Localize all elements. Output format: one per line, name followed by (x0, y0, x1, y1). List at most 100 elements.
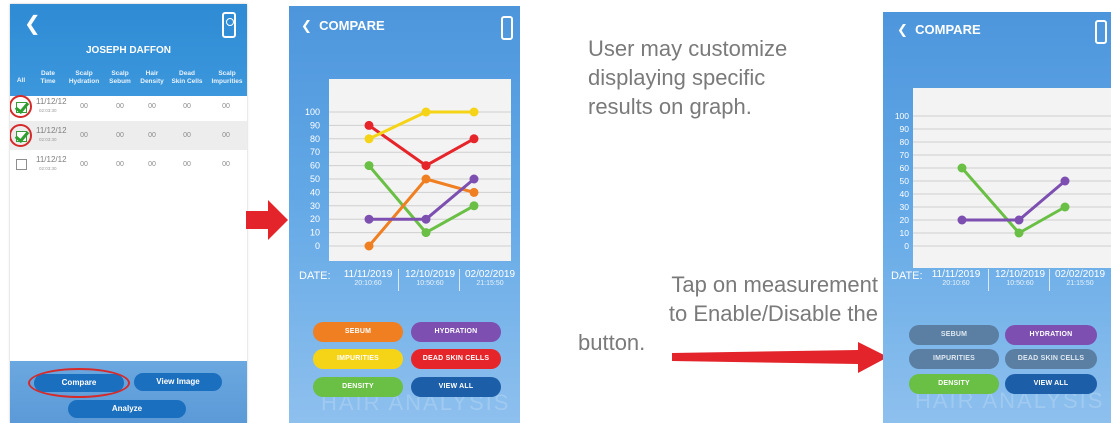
sebum-button[interactable]: SEBUM (313, 322, 403, 342)
date-divider (459, 269, 460, 291)
y-tick-label: 20 (900, 215, 910, 225)
column-header-label: Sebum (109, 78, 131, 85)
data-point (469, 134, 479, 144)
time-value: 10:50:60 (1006, 280, 1034, 287)
row-time: 02:03:30 (39, 108, 57, 113)
column-header-label: Dead (179, 70, 195, 77)
date-column[interactable]: 02/02/2019 21:15:50 (1051, 269, 1109, 287)
column-header-density: Hair Density (137, 70, 167, 86)
hydration-button[interactable]: HYDRATION (1005, 325, 1097, 345)
row-date: 11/12/12 (36, 126, 67, 135)
analyze-button[interactable]: Analyze (68, 400, 186, 418)
column-header-label: Scalp (218, 70, 236, 77)
density-button[interactable]: DENSITY (313, 377, 403, 397)
row-time: 02:03:30 (39, 137, 57, 142)
customize-note: User may customize displaying specific r… (588, 34, 878, 121)
date-column[interactable]: 02/02/2019 21:15:50 (461, 269, 519, 287)
note-line: displaying specific (588, 65, 766, 90)
column-header-hydration: Scalp Hydration (65, 70, 103, 86)
cell-value: 00 (116, 161, 124, 168)
data-point (421, 228, 431, 238)
impurities-button[interactable]: IMPURITIES (909, 349, 999, 369)
date-divider (398, 269, 399, 291)
data-point (1060, 176, 1070, 186)
y-tick-label: 70 (900, 150, 910, 160)
view-all-button[interactable]: VIEW ALL (1005, 374, 1097, 394)
column-header-all-label: All (16, 77, 26, 84)
y-tick-label: 10 (310, 228, 320, 238)
date-column[interactable]: 11/11/2019 20:10:60 (927, 269, 985, 287)
cell-value: 00 (222, 161, 230, 168)
y-tick-label: 50 (310, 174, 320, 184)
y-tick-label: 20 (310, 214, 320, 224)
impurities-button[interactable]: IMPURITIES (313, 349, 403, 369)
cell-value: 00 (116, 132, 124, 139)
column-header-dead-skin: Dead Skin Cells (167, 70, 207, 86)
data-point (364, 241, 374, 251)
sebum-button[interactable]: SEBUM (909, 325, 999, 345)
hydration-button[interactable]: HYDRATION (411, 322, 501, 342)
date-column[interactable]: 11/11/2019 20:10:60 (339, 269, 397, 287)
date-value: 02/02/2019 (1054, 269, 1106, 280)
qr-scan-icon[interactable] (222, 12, 236, 38)
note-line: User may customize (588, 36, 788, 61)
data-point (364, 214, 374, 224)
data-point (957, 163, 967, 173)
date-divider (1049, 269, 1050, 291)
column-header-all[interactable]: All (14, 77, 28, 85)
y-tick-label: 70 (310, 147, 320, 157)
y-tick-label: 40 (310, 187, 320, 197)
column-header-label: Hydration (68, 78, 100, 85)
y-tick-label: 100 (305, 107, 320, 117)
y-tick-label: 90 (900, 124, 910, 134)
row-date: 11/12/12 (36, 155, 67, 164)
y-tick-label: 40 (900, 189, 910, 199)
note-line: Tap on measurement (671, 272, 878, 297)
date-value: 11/11/2019 (343, 269, 393, 280)
data-point (469, 174, 479, 184)
y-tick-label: 0 (315, 241, 320, 251)
column-header-sebum: Scalp Sebum (104, 70, 136, 86)
table-row[interactable]: 11/12/12 02:03:30 00 00 00 00 00 (10, 92, 247, 121)
date-column[interactable]: 12/10/2019 10:50:60 (401, 269, 459, 287)
date-value: 12/10/2019 (994, 269, 1046, 280)
time-value: 21:15:50 (1066, 280, 1094, 287)
row-time: 02:03:30 (39, 166, 57, 171)
table-row[interactable]: 11/12/12 02:03:30 00 00 00 00 00 (10, 121, 247, 150)
y-tick-label: 90 (310, 120, 320, 130)
table-row[interactable]: 11/12/12 02:03:30 00 00 00 00 00 (10, 150, 247, 179)
results-table-screen: ❮ JOSEPH DAFFON All Date Time Scalp Hydr… (10, 4, 247, 423)
date-label: DATE: (891, 270, 923, 282)
highlight-circle (10, 95, 32, 118)
row-checkbox[interactable] (16, 159, 27, 170)
column-header-label: Skin Cells (171, 78, 203, 85)
data-point (364, 134, 374, 144)
column-header-label: Density (140, 78, 164, 85)
cell-value: 00 (80, 161, 88, 168)
cell-value: 00 (222, 132, 230, 139)
right-arrow-icon (246, 200, 288, 240)
client-name: JOSEPH DAFFON (85, 45, 171, 56)
view-image-button[interactable]: View Image (134, 373, 222, 391)
cell-value: 00 (116, 103, 124, 110)
cell-value: 00 (80, 132, 88, 139)
dead-skin-cells-button[interactable]: DEAD SKIN CELLS (1005, 349, 1097, 369)
y-tick-label: 10 (900, 228, 910, 238)
view-all-button[interactable]: VIEW ALL (411, 377, 501, 397)
cell-value: 00 (148, 103, 156, 110)
y-tick-label: 100 (895, 111, 909, 121)
y-tick-label: 80 (900, 137, 910, 147)
time-value: 10:50:60 (416, 280, 444, 287)
compare-screen-filtered: ❮ COMPARE 0 10 20 30 40 50 60 70 80 90 100 DATE: 1… (883, 12, 1111, 423)
back-chevron-icon[interactable]: ❮ (24, 14, 41, 34)
data-point (421, 161, 431, 171)
cell-value: 00 (183, 161, 191, 168)
data-point (421, 107, 431, 117)
data-point (469, 107, 479, 117)
cell-value: 00 (80, 103, 88, 110)
series-line (960, 167, 1066, 235)
date-value: 11/11/2019 (931, 269, 981, 280)
dead-skin-cells-button[interactable]: DEAD SKIN CELLS (411, 349, 501, 369)
density-button[interactable]: DENSITY (909, 374, 999, 394)
date-column[interactable]: 12/10/2019 10:50:60 (991, 269, 1049, 287)
